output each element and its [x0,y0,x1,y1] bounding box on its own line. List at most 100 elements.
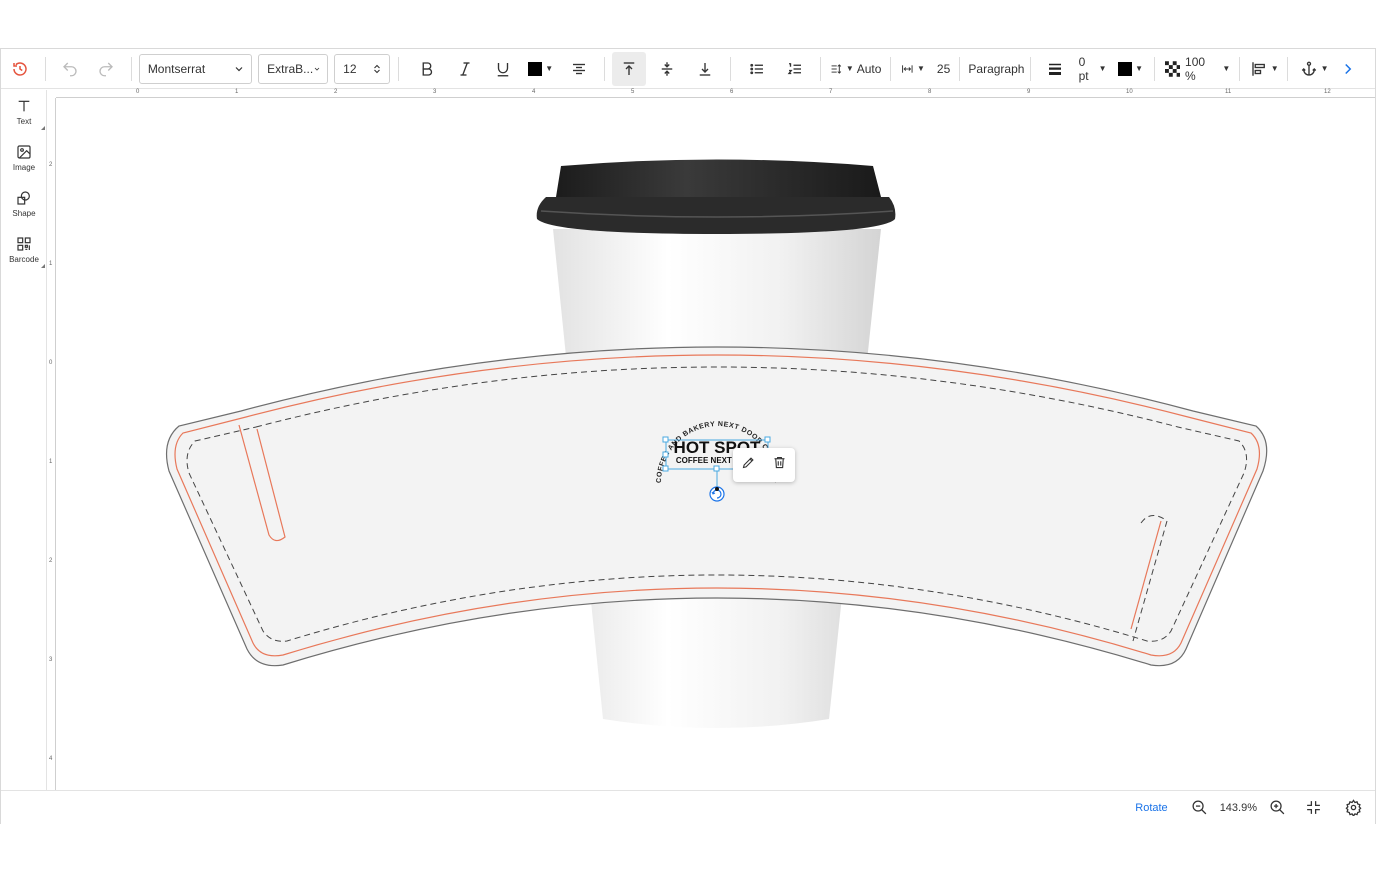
caret-down-icon: ▼ [1098,64,1107,73]
caret-down-icon: ▼ [545,64,554,73]
settings-button[interactable] [1339,794,1367,822]
letter-spacing-icon [902,64,913,73]
ruler-h-label: 1 [235,89,239,95]
italic-button[interactable] [448,52,482,86]
text-tool[interactable]: Text [1,92,47,132]
ruler-h-label: 0 [136,89,140,95]
history-button[interactable] [3,52,37,86]
top-toolbar: Montserrat ExtraB... 12 ▼ ▼ Auto ▼ 25 Pa… [1,49,1375,89]
ruler-v-label: 1 [49,459,53,465]
caret-down-icon: ▼ [1135,64,1144,73]
ruler-v-label: 0 [49,360,53,366]
ruler-h-label: 7 [829,89,833,95]
caret-down-icon: ▼ [1320,64,1329,73]
gear-icon [1345,799,1361,816]
ruler-h-label: 11 [1225,89,1232,95]
bottom-status-bar: Rotate 143.9% [1,790,1375,824]
numbered-list-button[interactable] [778,52,812,86]
stroke-width-select[interactable]: 0 pt ▼ [1076,52,1110,86]
ruler-h-label: 4 [532,89,536,95]
text-icon [18,100,30,112]
horizontal-ruler[interactable]: 0 1 2 3 4 5 6 7 8 9 10 11 12 [56,89,1375,98]
editor-app: Montserrat ExtraB... 12 ▼ ▼ Auto ▼ 25 Pa… [0,48,1376,824]
undo-icon [62,62,77,76]
zoom-level: 143.9% [1219,801,1257,814]
left-tool-panel: Text Image Shape Barcode [1,90,47,790]
fit-to-screen-button[interactable] [1299,794,1327,822]
collapse-icon [1306,801,1320,814]
vertical-ruler[interactable]: 2 1 0 1 2 3 4 [47,98,56,790]
shape-tool[interactable]: Shape [1,184,47,224]
design-canvas[interactable]: COFFEE AND BAKERY NEXT DOOR COFFEE AND B… [56,98,1375,790]
shape-icon [17,191,30,205]
font-family-value: Montserrat [147,61,206,76]
ruler-h-label: 2 [334,89,338,95]
valign-middle-button[interactable] [650,52,684,86]
bold-button[interactable] [410,52,444,86]
align-center-icon [572,63,585,74]
image-tool-label: Image [12,163,36,172]
align-objects-button[interactable]: ▼ [1247,52,1281,86]
line-spacing-button[interactable]: ▼ Auto [827,52,884,86]
anchor-button[interactable]: ▼ [1297,52,1331,86]
font-size-value: 12 [343,61,357,76]
zoom-in-icon [1269,800,1284,815]
image-tool[interactable]: Image [1,138,47,178]
caret-down-icon: ▼ [1222,64,1231,73]
zoom-out-icon [1192,800,1207,815]
valign-bottom-button[interactable] [688,52,722,86]
shape-tool-label: Shape [12,209,36,218]
font-size-stepper[interactable]: 12 [334,53,390,84]
rotate-button[interactable]: Rotate [1135,802,1167,814]
caret-down-icon: ▼ [1270,64,1279,73]
stepper-arrows-icon[interactable] [371,63,383,75]
chevron-down-icon [314,67,320,71]
ruler-v-label: 1 [49,261,53,267]
align-center-button[interactable] [562,52,596,86]
align-middle-icon [661,61,672,76]
edit-button[interactable] [741,455,756,475]
opacity-value: 100 % [1185,54,1206,83]
opacity-select[interactable]: 100 % ▼ [1162,52,1234,86]
text-color-swatch [528,61,543,76]
font-weight-value: ExtraB... [267,61,314,76]
underline-button[interactable] [486,52,520,86]
zoom-in-button[interactable] [1263,794,1291,822]
ruler-v-label: 2 [49,558,53,564]
valign-top-button[interactable] [611,51,646,86]
numbered-list-icon [787,62,801,74]
ruler-h-label: 10 [1126,89,1133,95]
line-spacing-icon [831,63,842,74]
align-top-icon [623,61,634,75]
toolbar-more-button[interactable] [1331,52,1365,86]
bold-icon [422,61,432,76]
rotate-handle-icon[interactable] [709,486,725,502]
ruler-h-label: 9 [1027,89,1031,95]
zoom-out-button[interactable] [1186,794,1214,822]
stroke-color-swatch [1118,61,1133,76]
caret-down-icon: ▼ [916,64,925,73]
ruler-h-label: 6 [730,89,734,95]
align-bottom-icon [699,62,710,76]
redo-button[interactable] [89,52,123,86]
delete-button[interactable] [772,455,787,475]
letter-spacing-button[interactable]: ▼ 25 [898,52,953,86]
stroke-weight-icon [1048,63,1061,75]
paragraph-button[interactable]: Paragraph [967,52,1026,86]
stroke-style-button[interactable] [1038,52,1072,86]
ruler-v-label: 4 [49,756,53,762]
trash-icon [774,456,785,469]
ruler-h-label: 12 [1324,89,1331,95]
image-icon [17,145,31,159]
font-family-select[interactable]: Montserrat [138,53,253,84]
ruler-h-label: 8 [928,89,932,95]
barcode-tool[interactable]: Barcode [1,230,47,270]
letter-spacing-value: 25 [936,61,951,76]
text-color-button[interactable]: ▼ [524,52,558,86]
align-left-objects-icon [1252,61,1265,76]
stroke-color-button[interactable]: ▼ [1114,52,1148,86]
undo-button[interactable] [53,52,87,86]
canvas-scene: COFFEE AND BAKERY NEXT DOOR COFFEE AND B… [56,98,1268,728]
bullet-list-button[interactable] [740,52,774,86]
font-weight-select[interactable]: ExtraB... [258,53,329,84]
